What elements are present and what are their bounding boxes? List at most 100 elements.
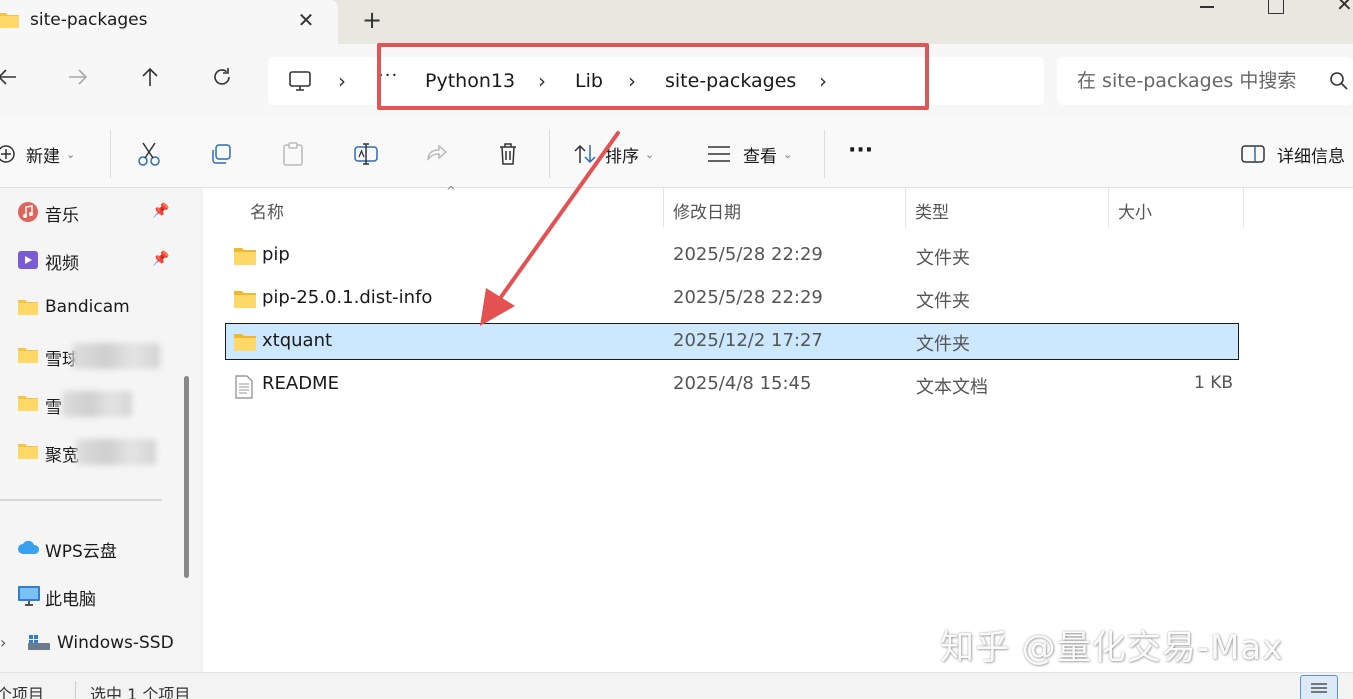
sidebar-item-folder[interactable]: 雪 [0, 389, 175, 419]
up-button[interactable] [135, 66, 165, 96]
selected-count: 选中 1 个项目 [90, 685, 191, 699]
file-name: README [262, 373, 339, 394]
folder-icon [17, 345, 39, 370]
view-button[interactable]: 查看 ⌄ [707, 138, 792, 170]
search-box[interactable] [1057, 57, 1353, 105]
cloud-icon [17, 537, 41, 562]
scrollbar-thumb[interactable] [184, 376, 189, 578]
paste-button[interactable] [281, 138, 305, 170]
sort-label: 排序 [605, 146, 639, 167]
navigation-pane: 音乐 📌 视频 📌 Bandicam 雪球 雪 聚宽 WPS云盘 此电脑 › W… [0, 188, 175, 672]
pin-icon[interactable]: 📌 [152, 251, 169, 267]
file-date: 2025/4/8 15:45 [673, 373, 812, 394]
item-count: 个项目 [0, 685, 45, 699]
watermark: 知乎 @量化交易-Max [940, 628, 1284, 668]
trash-icon [500, 143, 516, 165]
more-options-button[interactable]: ··· [848, 134, 873, 166]
sidebar-item-label: Bandicam [45, 297, 130, 317]
chevron-right-icon[interactable]: › [338, 69, 346, 93]
rename-button[interactable] [353, 138, 379, 170]
table-row-selected[interactable]: xtquant 2025/12/2 17:27 文件夹 [225, 323, 1239, 360]
toolbar-divider [824, 130, 825, 178]
close-tab-button[interactable]: ✕ [293, 6, 319, 34]
folder-icon [233, 246, 257, 270]
column-divider[interactable] [1243, 188, 1244, 228]
computer-icon [17, 585, 41, 612]
column-divider[interactable] [1108, 188, 1109, 228]
sort-icon [574, 144, 596, 164]
refresh-button[interactable] [207, 66, 237, 96]
sidebar-scrollbar[interactable] [175, 188, 201, 672]
new-tab-button[interactable]: + [358, 6, 386, 34]
folder-icon [233, 289, 257, 313]
view-lines-icon [708, 146, 730, 162]
drive-icon [27, 633, 51, 658]
pin-icon[interactable]: 📌 [152, 203, 169, 219]
arrow-up-icon [142, 67, 158, 86]
column-divider[interactable] [905, 188, 906, 228]
column-header-date[interactable]: 修改日期 [673, 198, 741, 223]
details-pane-button[interactable]: 详细信息 [1241, 138, 1345, 170]
file-date: 2025/12/2 17:27 [673, 330, 823, 351]
chevron-down-icon: ⌄ [645, 147, 655, 161]
music-icon [17, 201, 39, 228]
folder-icon [17, 441, 39, 466]
file-date: 2025/5/28 22:29 [673, 287, 823, 308]
details-pane-icon [1241, 145, 1265, 163]
cut-button[interactable] [137, 138, 161, 170]
details-view-button[interactable] [1300, 675, 1338, 699]
folder-icon [233, 332, 257, 356]
file-name: pip-25.0.1.dist-info [262, 287, 433, 308]
column-header-name[interactable]: 名称 [250, 198, 284, 223]
sidebar-item-windows-ssd[interactable]: › Windows-SSD [0, 629, 175, 659]
maximize-button[interactable] [1268, 0, 1284, 14]
refresh-icon [214, 68, 230, 85]
search-input[interactable] [1077, 66, 1317, 96]
sidebar-item-label: 视频 [45, 254, 79, 274]
sort-button[interactable]: 排序 ⌄ [573, 138, 654, 170]
delete-button[interactable] [497, 138, 519, 170]
file-type: 文件夹 [916, 248, 970, 269]
command-toolbar: 新建 ⌄ 排序 ⌄ 查看 ⌄ ··· 详细信息 [0, 118, 1353, 188]
status-divider [75, 681, 76, 699]
sidebar-item-label: 聚宽 [45, 446, 79, 466]
computer-icon[interactable] [288, 70, 312, 96]
table-row[interactable]: pip-25.0.1.dist-info 2025/5/28 22:29 文件夹 [225, 280, 1239, 317]
sidebar-item-folder[interactable]: 雪球 [0, 341, 175, 371]
table-row[interactable]: pip 2025/5/28 22:29 文件夹 [225, 237, 1239, 274]
tab-site-packages[interactable]: site-packages ✕ [0, 0, 338, 44]
column-header-size[interactable]: 大小 [1118, 198, 1152, 223]
sidebar-item-bandicam[interactable]: Bandicam [0, 293, 175, 323]
table-row[interactable]: README 2025/4/8 15:45 文本文档 1 KB [225, 366, 1239, 403]
new-label: 新建 [26, 146, 60, 167]
close-window-button[interactable]: ✕ [1336, 0, 1353, 16]
sidebar-item-label: Windows-SSD [57, 633, 174, 653]
chevron-down-icon: ⌄ [783, 147, 793, 161]
sidebar-item-wps-cloud[interactable]: WPS云盘 [0, 533, 175, 563]
sidebar-item-music[interactable]: 音乐 📌 [0, 197, 175, 227]
folder-icon [0, 10, 20, 34]
sort-caret-icon: ^ [446, 184, 457, 198]
column-header-type[interactable]: 类型 [915, 198, 949, 223]
forward-button[interactable] [63, 66, 93, 96]
file-date: 2025/5/28 22:29 [673, 244, 823, 265]
tab-title: site-packages [30, 10, 148, 30]
search-icon[interactable] [1329, 71, 1349, 95]
column-divider[interactable] [663, 188, 664, 228]
minimize-button[interactable] [1198, 0, 1218, 14]
chevron-right-icon[interactable]: › [0, 633, 6, 652]
copy-button[interactable] [209, 138, 233, 170]
title-bar: site-packages ✕ + ✕ [0, 0, 1353, 44]
arrow-left-icon [0, 69, 16, 85]
plus-circle-icon [0, 145, 15, 163]
sidebar-item-this-pc[interactable]: 此电脑 [0, 581, 175, 611]
sidebar-item-folder[interactable]: 聚宽 [0, 437, 175, 467]
sidebar-item-video[interactable]: 视频 📌 [0, 245, 175, 275]
paste-icon [283, 142, 303, 166]
back-button[interactable] [0, 66, 22, 96]
copy-icon [212, 144, 231, 164]
share-button[interactable] [425, 138, 449, 170]
chevron-down-icon: ⌄ [66, 147, 76, 161]
toolbar-divider [549, 130, 550, 178]
new-button[interactable]: 新建 ⌄ [0, 138, 75, 170]
